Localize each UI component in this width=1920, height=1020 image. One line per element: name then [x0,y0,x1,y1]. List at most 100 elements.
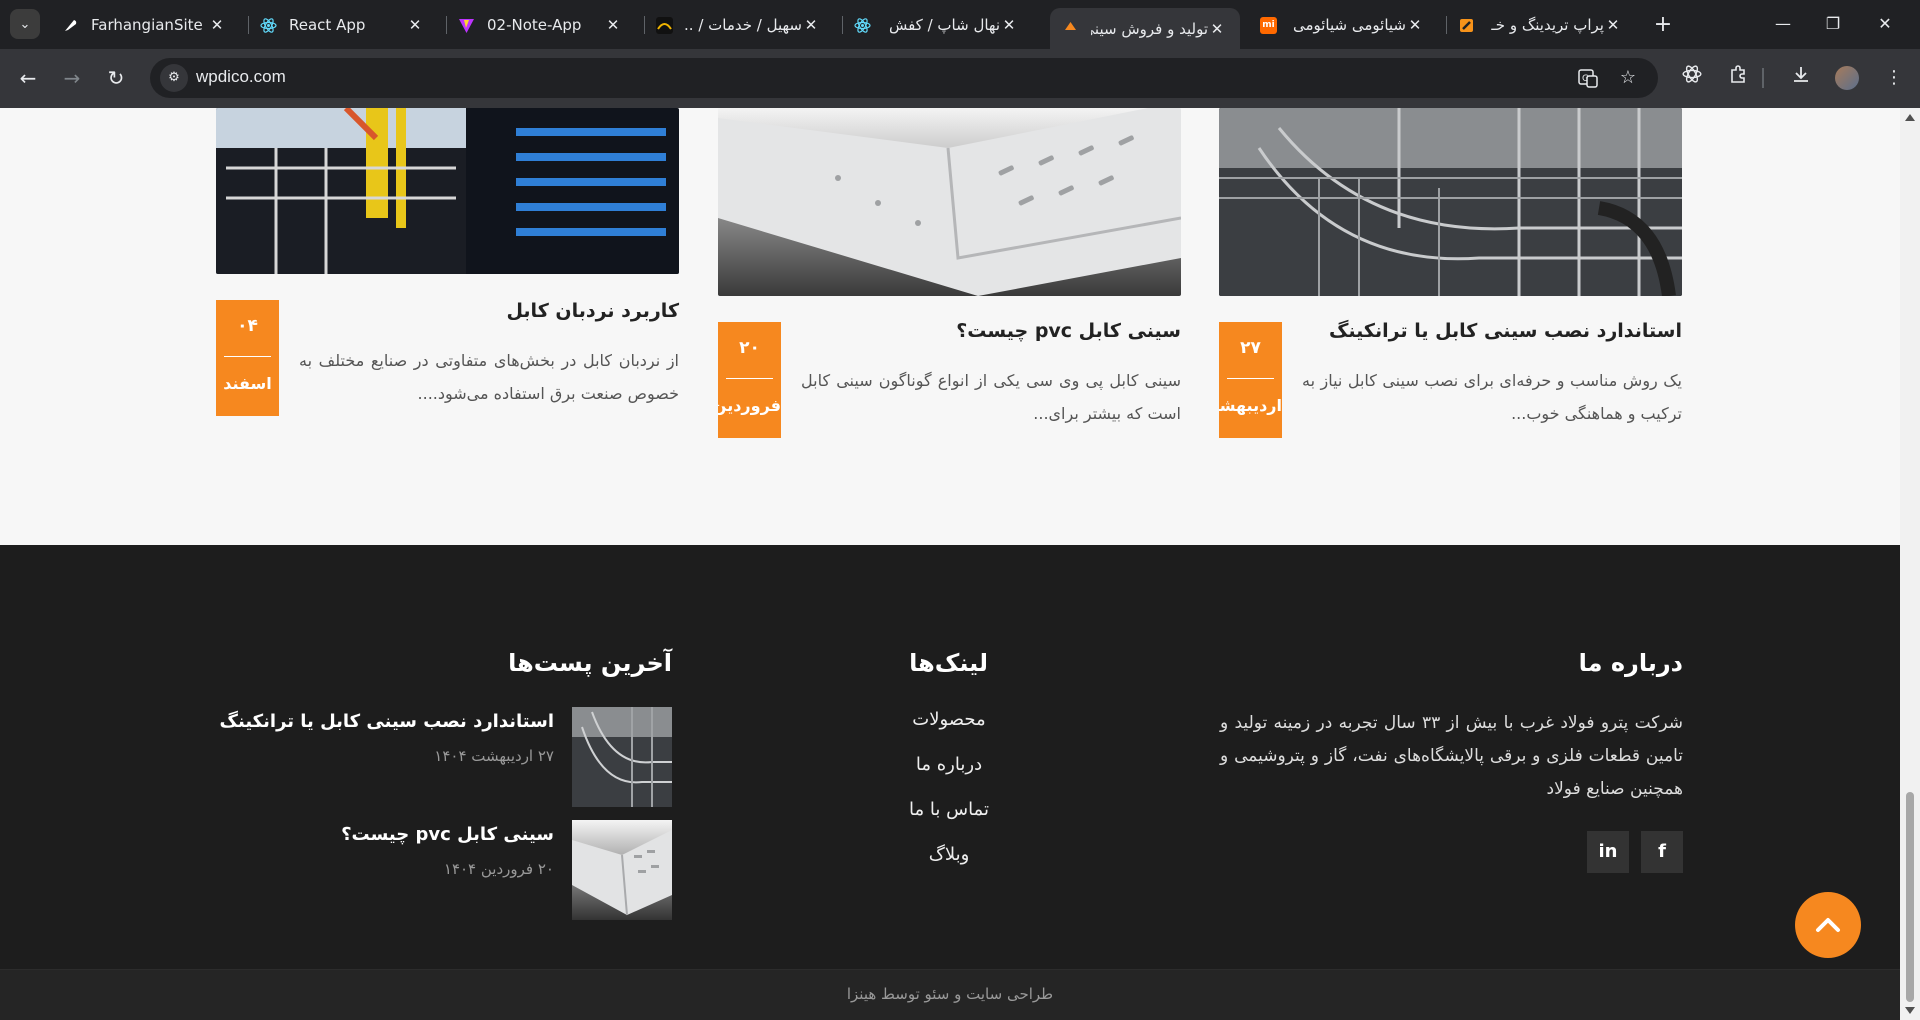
tab-strip: ⌄ FarhangianSite - ✕ React App ✕ 02-Note… [0,0,1920,49]
blog-card[interactable]: کاربرد نردبان کابل از نردبان کابل در بخش… [216,108,679,418]
scrollbar-thumb[interactable] [1906,792,1914,1002]
date-month: اردیبهشت [1219,396,1282,415]
reload-icon[interactable]: ↻ [100,62,132,94]
facebook-icon[interactable]: f [1641,831,1683,873]
page-scrollbar[interactable] [1900,108,1920,1020]
links-title: لینک‌ها [909,649,988,677]
extensions-puzzle-icon[interactable] [1724,64,1752,92]
react-logo-icon [854,17,871,34]
tab-farhangian[interactable]: FarhangianSite - ✕ [50,8,240,42]
post-thumbnail[interactable] [572,820,672,920]
browser-toolbar: ← → ↻ ⚙ wpdico.com G ☆ ⋮ [0,49,1920,108]
post-image-cable-tray-ceiling[interactable] [1219,108,1682,296]
profile-avatar[interactable] [1835,66,1859,90]
toolbar-divider [1762,68,1764,88]
site-logo-icon [1458,17,1475,34]
blog-card[interactable]: سینی کابل pvc چیست؟ سینی کابل پی وی سی ی… [718,108,1181,438]
latest-post-date: ۲۷ اردیبهشت ۱۴۰۴ [434,747,554,765]
tab-title: 02-Note-App [487,16,582,34]
close-icon[interactable]: ✕ [604,16,622,34]
about-text: شرکت پترو فولاد غرب با بیش از ۳۳ سال تجر… [1220,713,1683,799]
web-page: استاندارد نصب سینی کابل یا ترانکینگ یک ر… [0,108,1900,1020]
tab-wpdico-active[interactable]: تولید و فروش سینی ✕ [1050,8,1240,49]
close-icon[interactable]: ✕ [1208,20,1226,38]
footer-link-blog[interactable]: وبلاگ [889,844,1009,865]
date-month: اسفند [223,374,272,393]
download-icon[interactable] [1787,64,1815,92]
restore-icon[interactable]: ❐ [1803,10,1863,38]
translate-icon[interactable]: G [1576,67,1600,94]
vite-logo-icon [458,17,475,34]
tab-react-app[interactable]: React App ✕ [248,8,438,42]
tab-search-button[interactable]: ⌄ [10,9,40,39]
latest-post-item[interactable]: سینی کابل pvc چیست؟ ۲۰ فروردین ۱۴۰۴ [288,820,672,920]
new-tab-button[interactable]: + [1650,12,1676,38]
date-badge: ۲۰ فروردین [718,322,781,438]
post-image-server-rack-cables[interactable] [216,108,679,274]
forward-arrow-icon[interactable]: → [56,62,88,94]
close-window-icon[interactable]: ✕ [1855,10,1915,38]
url-text[interactable]: wpdico.com [196,67,286,87]
tab-title: سهیل / خدمات / ... [685,16,802,34]
date-month: فروردین [718,396,781,415]
design-credit[interactable]: طراحی سایت و سئو توسط هینزا [0,985,1900,1003]
close-icon[interactable]: ✕ [1406,16,1424,34]
linkedin-icon[interactable]: in [1587,831,1629,873]
about-title: درباره ما [1578,649,1683,677]
latest-post-date: ۲۰ فروردین ۱۴۰۴ [443,860,554,878]
bookmark-star-icon[interactable]: ☆ [1616,67,1640,88]
chevron-up-icon [1816,918,1840,932]
mi-logo-icon: mi [1260,16,1277,34]
tab-title: FarhangianSite - [91,16,208,34]
tab-title: شیائومی شیائومی [1292,16,1406,34]
blog-card[interactable]: استاندارد نصب سینی کابل یا ترانکینگ یک ر… [1219,108,1682,438]
latest-post-title[interactable]: سینی کابل pvc چیست؟ [341,824,554,845]
close-icon[interactable]: ✕ [1000,16,1018,34]
tab-title: تولید و فروش سینی [1091,19,1208,38]
footer-bottom-bar: طراحی سایت و سئو توسط هینزا [0,969,1900,1020]
feather-logo-icon [62,17,79,34]
post-title[interactable]: سینی کابل pvc چیست؟ [801,320,1181,342]
scroll-up-arrow-icon[interactable] [1905,114,1915,121]
footer-link-contact[interactable]: تماس با ما [889,799,1009,820]
date-day: ۲۷ [1240,338,1261,358]
tab-prop-trading[interactable]: پراپ تریدینگ و خـ ✕ [1446,8,1636,42]
post-title[interactable]: کاربرد نردبان کابل [299,300,679,322]
menu-kebab-icon[interactable]: ⋮ [1880,64,1908,92]
post-excerpt: یک روش مناسب و حرفه‌ای برای نصب سینی کاب… [1302,371,1682,423]
back-arrow-icon[interactable]: ← [12,62,44,94]
latest-posts-title: آخرین پست‌ها [508,649,672,677]
latest-post-item[interactable]: استاندارد نصب سینی کابل یا ترانکینگ ۲۷ ا… [220,707,672,807]
tab-note-app[interactable]: 02-Note-App ✕ [446,8,636,42]
scroll-down-arrow-icon[interactable] [1905,1007,1915,1014]
site-logo-icon [1062,20,1079,37]
date-day: ۲۰ [739,338,760,358]
chevron-down-icon: ⌄ [19,16,31,32]
latest-post-title[interactable]: استاندارد نصب سینی کابل یا ترانکینگ [220,711,554,732]
site-footer: درباره ما شرکت پترو فولاد غرب با بیش از … [0,545,1900,1020]
close-icon[interactable]: ✕ [208,16,226,34]
scroll-to-top-button[interactable] [1795,892,1861,958]
tab-xiaomi[interactable]: mi شیائومی شیائومی ✕ [1248,8,1438,42]
date-day: ۰۴ [237,316,258,336]
date-badge: ۰۴ اسفند [216,300,279,416]
react-devtools-icon[interactable] [1678,64,1706,92]
post-image-pvc-cable-tray[interactable] [718,108,1181,296]
tab-nahal-shop[interactable]: نهال شاپ / کفش ✕ [842,8,1032,42]
close-icon[interactable]: ✕ [1604,16,1622,34]
site-info-icon[interactable]: ⚙ [160,64,188,92]
post-title[interactable]: استاندارد نصب سینی کابل یا ترانکینگ [1302,320,1682,342]
tab-title: پراپ تریدینگ و خـ [1491,16,1604,34]
site-logo-icon [656,16,673,34]
date-badge: ۲۷ اردیبهشت [1219,322,1282,438]
close-icon[interactable]: ✕ [406,16,424,34]
post-thumbnail[interactable] [572,707,672,807]
footer-link-about[interactable]: درباره ما [889,754,1009,775]
react-logo-icon [260,17,277,34]
tab-soheil[interactable]: سهیل / خدمات / ... ✕ [644,8,834,42]
footer-link-products[interactable]: محصولات [889,709,1009,730]
close-icon[interactable]: ✕ [802,16,820,34]
address-bar[interactable]: ⚙ wpdico.com G ☆ [150,58,1658,98]
tab-title: نهال شاپ / کفش [888,16,1000,34]
tab-title: React App [289,16,366,34]
